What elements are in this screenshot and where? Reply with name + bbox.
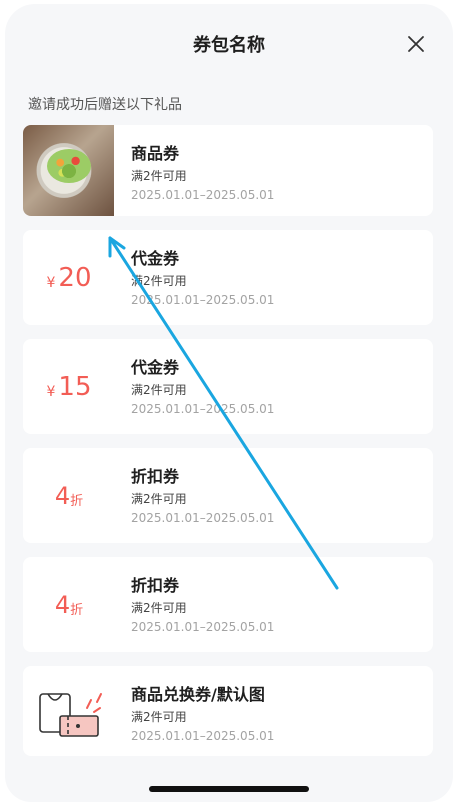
coupon-card[interactable]: ¥ 15 代金券 满2件可用 2025.01.01–2025.05.01 (23, 339, 433, 434)
coupon-name: 折扣券 (131, 576, 180, 595)
product-photo (23, 125, 114, 216)
coupon-card[interactable]: 4 折 折扣券 满2件可用 2025.01.01–2025.05.01 (23, 557, 433, 652)
coupon-value: 4 折 (23, 448, 115, 543)
coupon-name: 商品兑换券/默认图 (131, 685, 265, 704)
exchange-ticket-icon (39, 693, 102, 737)
coupon-card[interactable]: 商品兑换券/默认图 满2件可用 2025.01.01–2025.05.01 (23, 666, 433, 756)
currency-symbol: ¥ (46, 383, 56, 400)
coupon-validity: 2025.01.01–2025.05.01 (131, 620, 275, 634)
coupon-value: ¥ 15 (23, 339, 115, 434)
coupon-name: 折扣券 (131, 467, 180, 486)
coupon-condition: 满2件可用 (131, 601, 187, 615)
coupon-validity: 2025.01.01–2025.05.01 (131, 402, 275, 416)
coupon-card[interactable]: ¥ 20 代金券 满2件可用 2025.01.01–2025.05.01 (23, 230, 433, 325)
salad-image (47, 149, 91, 183)
coupon-value: 4 折 (23, 557, 115, 652)
discount-unit: 折 (70, 494, 84, 509)
coupon-amount: 20 (58, 262, 92, 293)
close-icon[interactable] (405, 33, 427, 55)
exchange-icon-wrap (23, 666, 115, 756)
page-title: 券包名称 (193, 35, 265, 56)
coupon-validity: 2025.01.01–2025.05.01 (131, 729, 275, 743)
coupon-name: 代金券 (131, 358, 180, 377)
coupon-validity: 2025.01.01–2025.05.01 (131, 188, 275, 202)
discount-value: 4 (54, 481, 71, 510)
coupon-condition: 满2件可用 (131, 274, 187, 288)
coupon-pack-sheet: 券包名称 邀请成功后赠送以下礼品 商品券 满2件可用 2025.01.01–20… (5, 4, 453, 802)
currency-symbol: ¥ (46, 274, 56, 291)
coupon-validity: 2025.01.01–2025.05.01 (131, 293, 275, 307)
coupon-condition: 满2件可用 (131, 383, 187, 397)
coupon-card[interactable]: 商品券 满2件可用 2025.01.01–2025.05.01 (23, 125, 433, 216)
coupon-name: 代金券 (131, 249, 180, 268)
coupon-value: ¥ 20 (23, 230, 115, 325)
header: 券包名称 (5, 4, 453, 84)
home-indicator[interactable] (149, 786, 309, 792)
coupon-validity: 2025.01.01–2025.05.01 (131, 511, 275, 525)
discount-value: 4 (54, 590, 71, 619)
coupon-amount: 15 (58, 371, 92, 402)
coupon-name: 商品券 (131, 144, 180, 163)
coupon-condition: 满2件可用 (131, 169, 187, 183)
discount-unit: 折 (70, 603, 84, 618)
coupon-condition: 满2件可用 (131, 710, 187, 724)
gift-subtitle: 邀请成功后赠送以下礼品 (28, 97, 182, 113)
coupon-condition: 满2件可用 (131, 492, 187, 506)
coupon-card[interactable]: 4 折 折扣券 满2件可用 2025.01.01–2025.05.01 (23, 448, 433, 543)
